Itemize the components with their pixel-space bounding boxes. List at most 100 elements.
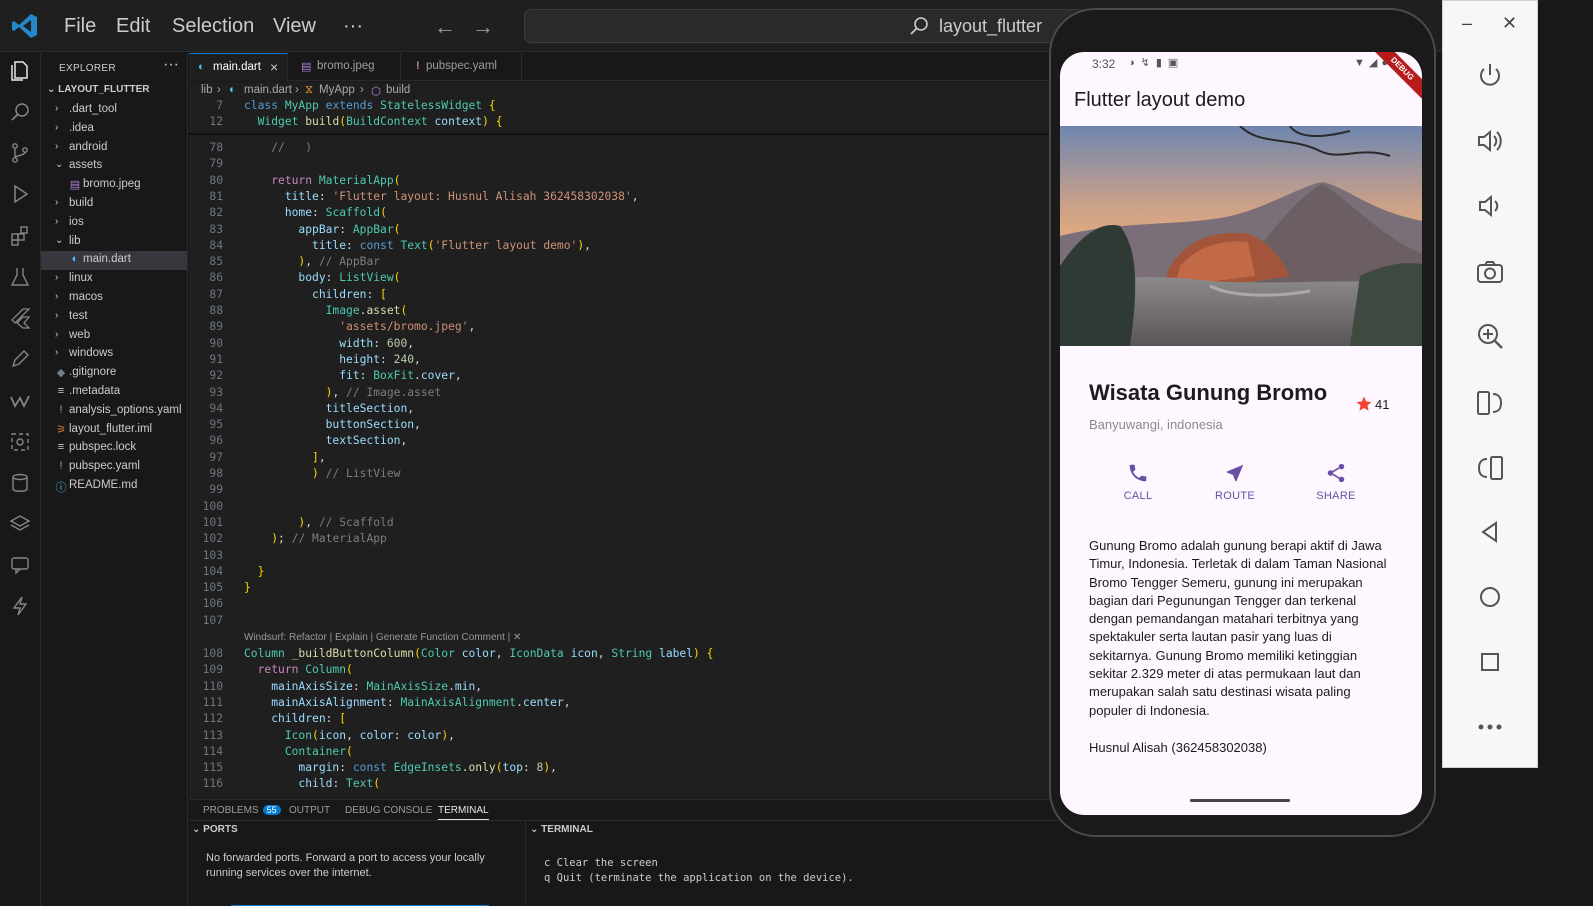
back-button[interactable] (1474, 516, 1506, 548)
more-actions-icon[interactable]: ··· (163, 56, 179, 74)
code-line[interactable]: 108 Column _buildButtonColumn(Color color… (189, 647, 1059, 663)
code-line[interactable]: 91 height: 240, (189, 353, 1059, 369)
rotate-left-button[interactable] (1474, 386, 1506, 418)
windsurf-icon[interactable] (9, 390, 31, 412)
folder-item[interactable]: ⌄ lib (41, 233, 187, 252)
code-line[interactable]: 102 ); // MaterialApp (189, 532, 1059, 548)
chevron-right-icon[interactable]: › (55, 347, 58, 358)
tab-problems[interactable]: PROBLEMS 55 (203, 805, 281, 816)
code-line[interactable]: 79 (189, 157, 1059, 173)
breadcrumb-item[interactable]: main.dart (244, 84, 292, 96)
chevron-right-icon[interactable]: › (55, 103, 58, 114)
menu-edit[interactable]: Edit (116, 0, 150, 52)
source-control-icon[interactable] (9, 142, 31, 164)
file-item[interactable]: ◐ main.dart (41, 251, 187, 271)
code-line[interactable]: 101 ), // Scaffold (189, 516, 1059, 532)
code-line[interactable]: 112 children: [ (189, 712, 1059, 728)
minimize-icon[interactable]: – (1462, 13, 1472, 34)
tab-main-dart[interactable]: ◐ main.dart × (189, 53, 288, 81)
menu-file[interactable]: File (64, 0, 96, 52)
chevron-right-icon[interactable]: › (55, 272, 58, 283)
codelens-actions[interactable]: Windsurf: Refactor | Explain | Generate … (244, 632, 521, 643)
tab-bromo-jpeg[interactable]: ▤ bromo.jpeg (289, 53, 401, 81)
code-line[interactable]: 87 children: [ (189, 288, 1059, 304)
code-line[interactable]: 82 home: Scaffold( (189, 206, 1059, 222)
code-line[interactable]: 110 mainAxisSize: MainAxisSize.min, (189, 680, 1059, 696)
volume-down-button[interactable] (1474, 190, 1506, 222)
code-line[interactable]: 116 child: Text( (189, 777, 1059, 793)
code-line[interactable]: 99 (189, 483, 1059, 499)
code-line[interactable]: 80 return MaterialApp( (189, 174, 1059, 190)
terminal-output[interactable]: c Clear the screen q Quit (terminate the… (544, 856, 854, 886)
chevron-right-icon[interactable]: › (55, 291, 58, 302)
chevron-right-icon[interactable]: › (55, 197, 58, 208)
run-debug-icon[interactable] (9, 183, 31, 205)
code-line[interactable]: 85 ), // AppBar (189, 255, 1059, 271)
folder-item[interactable]: › linux (41, 270, 187, 289)
code-line[interactable]: 106 (189, 597, 1059, 613)
code-line[interactable]: 93 ), // Image.asset (189, 386, 1059, 402)
rotate-right-button[interactable] (1474, 451, 1506, 483)
code-line[interactable]: 104 } (189, 565, 1059, 581)
code-line[interactable]: 100 (189, 500, 1059, 516)
layers-icon[interactable] (9, 513, 31, 535)
menu-more[interactable]: ··· (343, 0, 363, 52)
tab-debug-console[interactable]: DEBUG CONSOLE (345, 805, 432, 816)
more-options-button[interactable] (1474, 711, 1506, 743)
folder-item[interactable]: › .dart_tool (41, 101, 187, 120)
overview-button[interactable] (1474, 646, 1506, 678)
power-button[interactable] (1474, 60, 1506, 92)
tab-pubspec-yaml[interactable]: ! pubspec.yaml (402, 53, 522, 81)
breadcrumb-item[interactable]: lib (201, 84, 213, 96)
folder-item[interactable]: › macos (41, 289, 187, 308)
folder-item[interactable]: › .idea (41, 120, 187, 139)
workspace-root[interactable]: ⌄ LAYOUT_FLUTTER (47, 84, 149, 95)
testing-flask-icon[interactable] (9, 266, 31, 288)
extensions-icon[interactable] (9, 225, 31, 247)
code-line[interactable]: 98 ) // ListView (189, 467, 1059, 483)
folder-item[interactable]: › android (41, 139, 187, 158)
file-item[interactable]: ◆ .gitignore (41, 364, 187, 383)
folder-item[interactable]: › test (41, 308, 187, 327)
chevron-right-icon[interactable]: › (55, 329, 58, 340)
chevron-down-icon[interactable]: ⌄ (55, 159, 63, 170)
breadcrumb-item[interactable]: build (386, 84, 410, 96)
file-item[interactable]: ▤ bromo.jpeg (41, 176, 187, 195)
code-line[interactable]: 115 margin: const EdgeInsets.only(top: 8… (189, 761, 1059, 777)
code-editor[interactable]: 78 // ) 79 80 return MaterialApp(81 title:… (189, 99, 1059, 799)
file-item[interactable]: ! pubspec.yaml (41, 458, 187, 477)
terminal-header[interactable]: ⌄ TERMINAL (530, 824, 593, 835)
close-icon[interactable]: × (270, 59, 278, 75)
search-sidebar-icon[interactable] (9, 101, 31, 123)
pen-icon[interactable] (9, 348, 31, 370)
code-line[interactable]: 105} (189, 581, 1059, 597)
code-line[interactable]: 89 'assets/bromo.jpeg', (189, 320, 1059, 336)
code-line[interactable]: 114 Container( (189, 745, 1059, 761)
file-item[interactable]: ! analysis_options.yaml (41, 402, 187, 421)
code-line[interactable]: 83 appBar: AppBar( (189, 223, 1059, 239)
folder-item[interactable]: › web (41, 327, 187, 346)
code-line[interactable]: 7 class MyApp extends StatelessWidget { (189, 99, 1059, 115)
code-line[interactable]: 94 titleSection, (189, 402, 1059, 418)
chevron-right-icon[interactable]: › (55, 310, 58, 321)
back-arrow-icon[interactable]: ← (434, 14, 456, 40)
forward-arrow-icon[interactable]: → (472, 14, 494, 40)
chevron-right-icon[interactable]: › (55, 216, 58, 227)
file-item[interactable]: ⓘ README.md (41, 477, 187, 496)
chevron-down-icon[interactable]: ⌄ (55, 235, 63, 246)
code-line[interactable]: 84 title: const Text('Flutter layout dem… (189, 239, 1059, 255)
file-item[interactable]: ⚞ layout_flutter.iml (41, 421, 187, 440)
zoom-button[interactable] (1474, 320, 1506, 352)
chevron-right-icon[interactable]: › (55, 122, 58, 133)
lightning-icon[interactable] (9, 595, 31, 617)
menu-selection[interactable]: Selection (172, 0, 254, 52)
call-button[interactable]: CALL (1103, 462, 1173, 502)
folder-item[interactable]: ⌄ assets (41, 157, 187, 176)
code-line[interactable]: 95 buttonSection, (189, 418, 1059, 434)
share-button[interactable]: SHARE (1301, 462, 1371, 502)
folder-item[interactable]: › ios (41, 214, 187, 233)
chevron-right-icon[interactable]: › (55, 141, 58, 152)
vscode-logo-icon[interactable] (11, 12, 39, 40)
code-line[interactable]: 111 mainAxisAlignment: MainAxisAlignment… (189, 696, 1059, 712)
code-line[interactable]: 90 width: 600, (189, 337, 1059, 353)
